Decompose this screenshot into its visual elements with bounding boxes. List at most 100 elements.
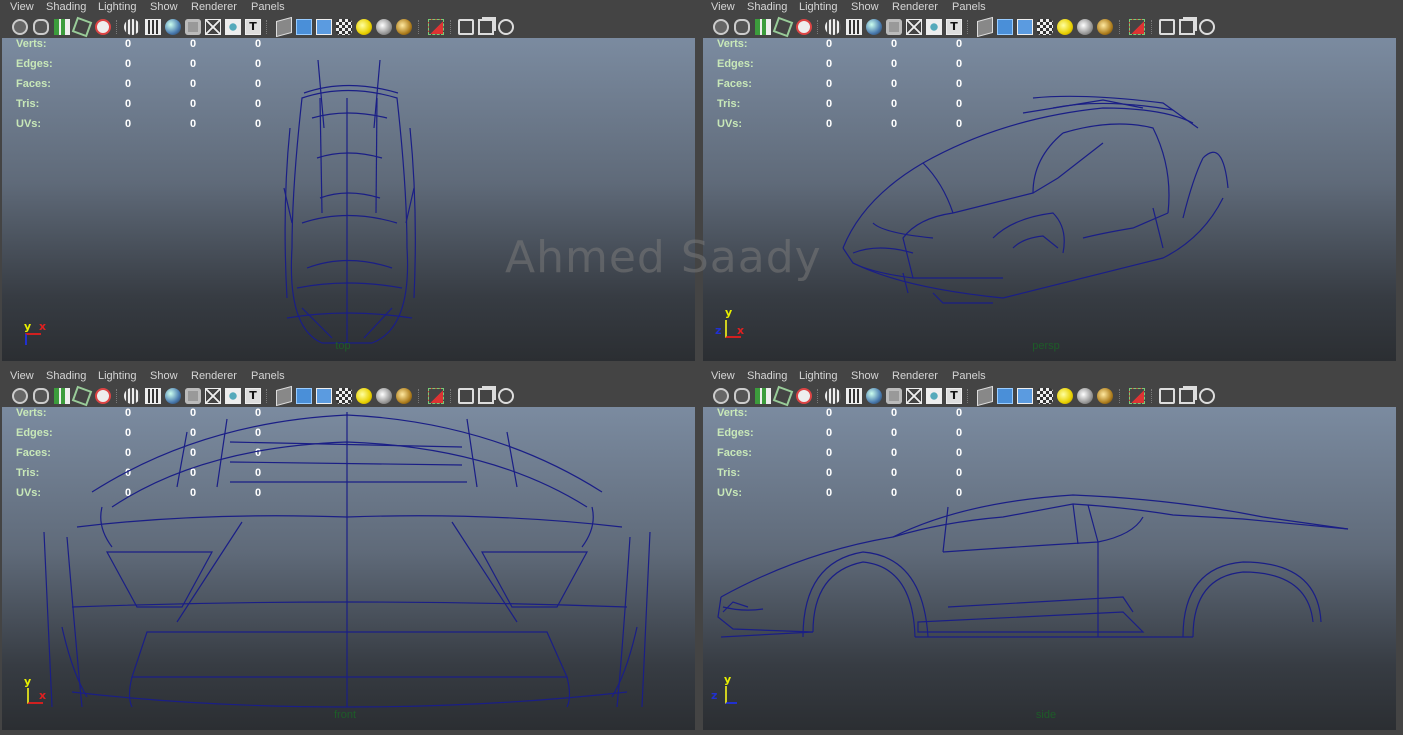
flat-shade-icon[interactable] (886, 388, 902, 404)
menu-show[interactable]: Show (851, 369, 879, 383)
track-icon[interactable] (95, 19, 111, 35)
menu-renderer[interactable]: Renderer (191, 369, 237, 383)
all-lights-icon[interactable] (1037, 388, 1053, 404)
hud-icon[interactable] (478, 19, 494, 35)
menu-shading[interactable]: Shading (46, 369, 86, 383)
xray-joints-icon[interactable] (1097, 19, 1113, 35)
default-lighting-icon[interactable] (1017, 19, 1033, 35)
grid-icon[interactable] (825, 388, 841, 404)
hud-icon[interactable] (1179, 388, 1195, 404)
menu-panels[interactable]: Panels (251, 369, 285, 383)
xray-icon[interactable] (296, 19, 312, 35)
isolate-select-icon[interactable] (1077, 388, 1093, 404)
camera-attributes-icon[interactable] (734, 388, 750, 404)
hud-icon[interactable] (1159, 19, 1175, 35)
wireframe-on-shaded-icon[interactable] (977, 16, 993, 38)
xray-joints-icon[interactable] (1097, 388, 1113, 404)
shadows-icon[interactable] (356, 19, 372, 35)
smooth-shade-icon[interactable] (866, 19, 882, 35)
textured-icon[interactable]: T (245, 388, 261, 404)
track-icon[interactable] (95, 388, 111, 404)
isolate-icon[interactable] (225, 19, 241, 35)
menu-lighting[interactable]: Lighting (799, 0, 838, 14)
hud-icon[interactable] (458, 19, 474, 35)
menu-view[interactable]: View (10, 369, 34, 383)
hud-icon[interactable] (1159, 388, 1175, 404)
panel-front[interactable]: View Shading Lighting Show Renderer Pane… (0, 369, 695, 735)
viewport-front[interactable]: Verts: Edges: Faces: Tris: UVs: 0 0 0 0 … (2, 407, 695, 730)
xray-joints-icon[interactable] (396, 19, 412, 35)
isolate-select-icon[interactable] (376, 388, 392, 404)
menu-show[interactable]: Show (150, 369, 178, 383)
grid-icon[interactable] (124, 19, 140, 35)
camera-attributes-icon[interactable] (734, 19, 750, 35)
bookmarks-icon[interactable] (755, 388, 771, 404)
flat-shade-icon[interactable] (886, 19, 902, 35)
xray-active-icon[interactable] (428, 19, 444, 35)
textured-icon[interactable]: T (946, 19, 962, 35)
menu-panels[interactable]: Panels (952, 0, 986, 14)
panel-persp[interactable]: View Shading Lighting Show Renderer Pane… (701, 0, 1396, 366)
menu-panels[interactable]: Panels (251, 0, 285, 14)
grid-icon[interactable] (124, 388, 140, 404)
menu-lighting[interactable]: Lighting (98, 0, 137, 14)
wireframe-on-shaded-icon[interactable] (276, 16, 292, 38)
isolate-icon[interactable] (225, 388, 241, 404)
car-wireframe-side[interactable] (703, 407, 1396, 730)
car-wireframe-front[interactable] (2, 407, 695, 730)
viewport-side[interactable]: Verts: Edges: Faces: Tris: UVs: 0 0 0 0 … (703, 407, 1396, 730)
camera-attributes-icon[interactable] (33, 388, 49, 404)
wireframe-icon[interactable] (205, 388, 221, 404)
all-lights-icon[interactable] (1037, 19, 1053, 35)
menu-view[interactable]: View (711, 369, 735, 383)
wireframe-on-shaded-icon[interactable] (276, 385, 292, 407)
select-camera-icon[interactable] (12, 388, 28, 404)
film-gate-icon[interactable] (145, 388, 161, 404)
shadows-icon[interactable] (1057, 19, 1073, 35)
xray-icon[interactable] (997, 388, 1013, 404)
smooth-shade-icon[interactable] (165, 388, 181, 404)
film-gate-icon[interactable] (846, 19, 862, 35)
bookmarks-icon[interactable] (755, 19, 771, 35)
isolate-icon[interactable] (926, 388, 942, 404)
menu-view[interactable]: View (10, 0, 34, 14)
isolate-icon[interactable] (926, 19, 942, 35)
flat-shade-icon[interactable] (185, 19, 201, 35)
menu-renderer[interactable]: Renderer (191, 0, 237, 14)
wireframe-icon[interactable] (906, 388, 922, 404)
car-wireframe-top[interactable] (2, 38, 695, 361)
hud-icon[interactable] (1199, 19, 1215, 35)
xray-icon[interactable] (997, 19, 1013, 35)
wireframe-on-shaded-icon[interactable] (977, 385, 993, 407)
image-plane-icon[interactable] (772, 16, 794, 38)
xray-joints-icon[interactable] (396, 388, 412, 404)
menu-renderer[interactable]: Renderer (892, 0, 938, 14)
default-lighting-icon[interactable] (316, 388, 332, 404)
image-plane-icon[interactable] (71, 16, 93, 38)
select-camera-icon[interactable] (12, 19, 28, 35)
default-lighting-icon[interactable] (1017, 388, 1033, 404)
all-lights-icon[interactable] (336, 19, 352, 35)
all-lights-icon[interactable] (336, 388, 352, 404)
menu-shading[interactable]: Shading (46, 0, 86, 14)
camera-attributes-icon[interactable] (33, 19, 49, 35)
hud-icon[interactable] (458, 388, 474, 404)
select-camera-icon[interactable] (713, 19, 729, 35)
menu-show[interactable]: Show (851, 0, 879, 14)
menu-show[interactable]: Show (150, 0, 178, 14)
menu-shading[interactable]: Shading (747, 0, 787, 14)
bookmarks-icon[interactable] (54, 19, 70, 35)
menu-panels[interactable]: Panels (952, 369, 986, 383)
xray-active-icon[interactable] (1129, 388, 1145, 404)
menu-view[interactable]: View (711, 0, 735, 14)
wireframe-icon[interactable] (205, 19, 221, 35)
hud-icon[interactable] (498, 388, 514, 404)
bookmarks-icon[interactable] (54, 388, 70, 404)
isolate-select-icon[interactable] (376, 19, 392, 35)
panel-top[interactable]: View Shading Lighting Show Renderer Pane… (0, 0, 695, 366)
wireframe-icon[interactable] (906, 19, 922, 35)
shadows-icon[interactable] (356, 388, 372, 404)
shadows-icon[interactable] (1057, 388, 1073, 404)
menu-shading[interactable]: Shading (747, 369, 787, 383)
flat-shade-icon[interactable] (185, 388, 201, 404)
